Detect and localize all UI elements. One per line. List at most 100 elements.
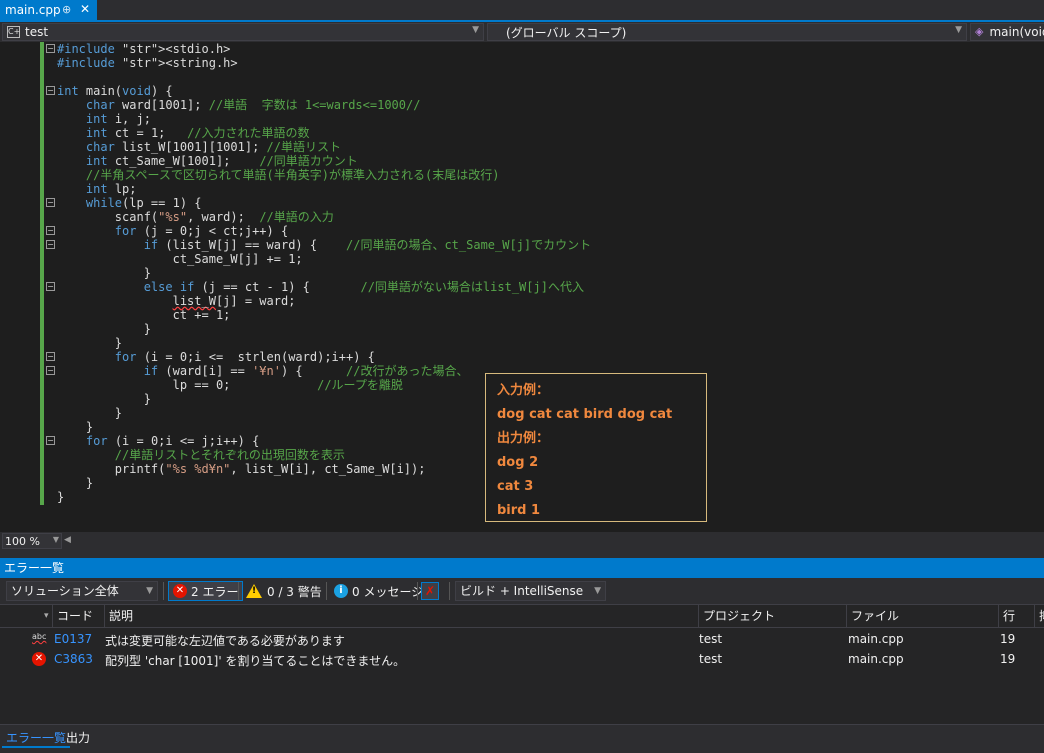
code-line[interactable]: int ct = 1; //入力された単語の数	[57, 126, 591, 140]
project-name: test	[25, 25, 49, 39]
tab-label: main.cpp	[5, 3, 61, 17]
code-line[interactable]: }	[57, 336, 591, 350]
chevron-down-icon: ▼	[472, 25, 479, 35]
toolbar-separator	[163, 582, 164, 600]
table-row[interactable]: abc E0137 式は変更可能な左辺値である必要があります test main…	[0, 629, 1044, 649]
code-line[interactable]: }	[57, 266, 591, 280]
member-dropdown[interactable]: ◈ main(void)	[970, 23, 1044, 41]
input-value: dog cat cat bird dog cat	[497, 407, 673, 422]
clear-filter-button[interactable]: ✗	[421, 581, 439, 601]
code-line[interactable]: }	[57, 322, 591, 336]
scope-dropdown[interactable]: (グローバル スコープ) ▼	[487, 23, 967, 41]
zoom-bar: 100 % ▼ ◀	[0, 532, 1044, 550]
scroll-left-icon[interactable]: ◀	[64, 535, 71, 545]
column-header-file[interactable]: ファイル	[846, 605, 998, 627]
chevron-down-icon: ▼	[146, 586, 153, 596]
toolbar-separator	[326, 582, 327, 600]
input-label: 入力例：	[497, 383, 550, 398]
code-line[interactable]: while(lp == 1) {	[57, 196, 591, 210]
column-header-project[interactable]: プロジェクト	[698, 605, 846, 627]
code-line[interactable]: int i, j;	[57, 112, 591, 126]
warnings-filter-button[interactable]: ! 0 / 3 警告	[242, 581, 326, 601]
warning-icon: !	[246, 584, 262, 598]
collapse-icon[interactable]: −	[46, 240, 55, 249]
pin-icon[interactable]: ⊕	[62, 3, 71, 16]
collapse-icon[interactable]: −	[46, 366, 55, 375]
error-code-link[interactable]: E0137	[54, 632, 92, 646]
warnings-count: 0 / 3 警告	[267, 584, 322, 599]
close-icon[interactable]: ✕	[80, 2, 90, 16]
chevron-down-icon: ▼	[52, 535, 59, 544]
error-icon: ✕	[32, 652, 46, 666]
code-line[interactable]: int lp;	[57, 182, 591, 196]
collapse-icon[interactable]: −	[46, 436, 55, 445]
build-source-dropdown[interactable]: ビルド + IntelliSense ▼	[455, 581, 606, 601]
code-line[interactable]: int main(void) {	[57, 84, 591, 98]
column-header-suppression[interactable]: 抑	[1034, 605, 1044, 627]
method-cube-icon: ◈	[975, 25, 984, 38]
toolbar-separator	[449, 582, 450, 600]
code-line[interactable]: if (list_W[j] == ward) { //同単語の場合、ct_Sam…	[57, 238, 591, 252]
code-line[interactable]: //半角スペースで区切られて単語(半角英字)が標準入力される(末尾は改行)	[57, 168, 591, 182]
sort-icon[interactable]: ▾	[40, 605, 52, 627]
collapse-icon[interactable]: −	[46, 44, 55, 53]
line-gutter	[0, 42, 40, 532]
change-tracking-bar	[40, 42, 44, 505]
output-line: cat 3	[497, 479, 534, 494]
panel-splitter[interactable]	[0, 550, 1044, 558]
zoom-level: 100 %	[5, 534, 40, 548]
code-line[interactable]: #include "str"><stdio.h>	[57, 42, 591, 56]
column-header-code[interactable]: コード	[52, 605, 104, 627]
collapse-icon[interactable]: −	[46, 226, 55, 235]
code-editor[interactable]: − − − − − − − − − #include "str"><stdio.…	[0, 42, 1044, 532]
tab-output[interactable]: 出力	[62, 728, 94, 748]
error-icon: ✕	[173, 584, 187, 598]
table-row[interactable]: ✕ C3863 配列型 'char [1001]' を割り当てることはできません…	[0, 649, 1044, 669]
error-list-toolbar: ソリューション全体 ▼ ✕ 2 エラー ! 0 / 3 警告 i 0 メッセージ…	[0, 578, 1044, 604]
project-dropdown[interactable]: C+ test ▼	[2, 23, 484, 41]
code-line[interactable]: int ct_Same_W[1001]; //同単語カウント	[57, 154, 591, 168]
code-line[interactable]: char ward[1001]; //単語 字数は 1<=wards<=1000…	[57, 98, 591, 112]
sample-io-box: 入力例： dog cat cat bird dog cat 出力例： dog 2…	[485, 373, 707, 522]
collapse-icon[interactable]: −	[46, 352, 55, 361]
error-line: 19	[1000, 632, 1016, 646]
info-icon: i	[334, 584, 348, 598]
tab-main-cpp[interactable]: main.cpp ⊕ ✕	[0, 0, 97, 20]
errors-filter-button[interactable]: ✕ 2 エラー	[168, 581, 244, 601]
code-line[interactable]: for (j = 0;j < ct;j++) {	[57, 224, 591, 238]
errors-count: 2 エラー	[191, 584, 239, 599]
scope-name: (グローバル スコープ)	[506, 25, 627, 40]
collapse-icon[interactable]: −	[46, 86, 55, 95]
code-line[interactable]: for (i = 0;i <= strlen(ward);i++) {	[57, 350, 591, 364]
tab-error-list[interactable]: エラー一覧	[2, 728, 71, 748]
code-line[interactable]	[57, 70, 591, 84]
zoom-dropdown[interactable]: 100 % ▼	[2, 533, 62, 549]
intellisense-error-icon: abc	[32, 632, 47, 641]
error-grid: abc E0137 式は変更可能な左辺値である必要があります test main…	[0, 628, 1044, 724]
error-code-link[interactable]: C3863	[54, 652, 93, 666]
toolbar-separator	[417, 582, 418, 600]
column-header-line[interactable]: 行	[998, 605, 1034, 627]
code-line[interactable]: char list_W[1001][1001]; //単語リスト	[57, 140, 591, 154]
scope-filter-dropdown[interactable]: ソリューション全体 ▼	[6, 581, 158, 601]
code-line[interactable]: scanf("%s", ward); //単語の入力	[57, 210, 591, 224]
code-line[interactable]: ct_Same_W[j] += 1;	[57, 252, 591, 266]
error-file: main.cpp	[848, 652, 904, 666]
toolbar-separator	[238, 582, 239, 600]
error-list-title: エラー一覧	[0, 558, 1044, 578]
collapse-icon[interactable]: −	[46, 282, 55, 291]
chevron-down-icon: ▼	[594, 586, 601, 596]
project-icon: C+	[7, 26, 21, 38]
filter-clear-icon: ✗	[421, 582, 439, 600]
code-line[interactable]: ct += 1;	[57, 308, 591, 322]
column-header-description[interactable]: 説明	[104, 605, 698, 627]
navigation-bar: C+ test ▼ (グローバル スコープ) ▼ ◈ main(void)	[0, 22, 1044, 42]
messages-filter-button[interactable]: i 0 メッセージ	[330, 581, 427, 601]
code-line[interactable]: #include "str"><string.h>	[57, 56, 591, 70]
document-tab-strip: main.cpp ⊕ ✕	[0, 0, 1044, 22]
code-line[interactable]: list_W[j] = ward;	[57, 294, 591, 308]
member-name: main(void)	[989, 25, 1044, 39]
collapse-icon[interactable]: −	[46, 198, 55, 207]
code-line[interactable]: else if (j == ct - 1) { //同単語がない場合はlist_…	[57, 280, 591, 294]
chevron-down-icon: ▼	[955, 25, 962, 35]
